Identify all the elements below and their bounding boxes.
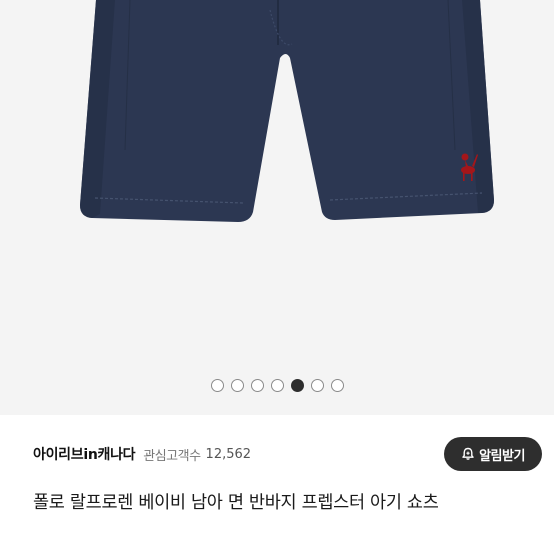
carousel-dot[interactable] xyxy=(310,379,324,392)
carousel-dot[interactable] xyxy=(210,379,224,392)
notify-button-label: 알림받기 xyxy=(479,448,525,464)
carousel-dot[interactable] xyxy=(290,379,304,392)
product-image xyxy=(80,0,494,222)
followers-label: 관심고객수 xyxy=(143,448,201,464)
notify-button[interactable]: 알림받기 xyxy=(444,437,542,471)
product-title: 폴로 랄프로렌 베이비 남아 면 반바지 프렙스터 아기 쇼츠 xyxy=(33,493,439,513)
bell-plus-icon xyxy=(461,447,475,461)
product-image-gallery[interactable] xyxy=(0,0,554,415)
carousel-dot[interactable] xyxy=(250,379,264,392)
followers-count: 12,562 xyxy=(205,446,252,462)
carousel-dot[interactable] xyxy=(270,379,284,392)
carousel-dot[interactable] xyxy=(330,379,344,392)
shorts-shape xyxy=(80,0,494,222)
carousel-dot[interactable] xyxy=(230,379,244,392)
shop-name-link[interactable]: 아이리브in캐나다 xyxy=(33,444,136,464)
carousel-pagination xyxy=(0,379,554,392)
seller-info: 아이리브in캐나다 관심고객수 12,562 알림받기 xyxy=(33,437,542,471)
